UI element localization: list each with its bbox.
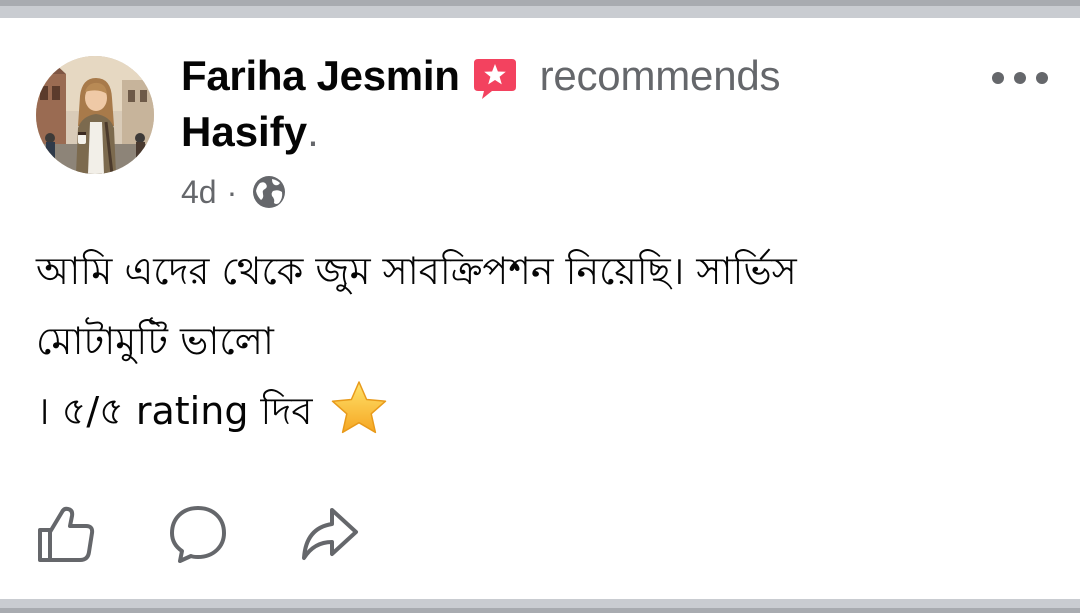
more-options-icon[interactable] — [988, 60, 1052, 96]
like-icon — [38, 506, 95, 562]
recommends-label: recommends — [539, 52, 781, 99]
post-timestamp[interactable]: 4d — [181, 174, 217, 211]
feed-divider-bottom — [0, 599, 1080, 613]
star-emoji-icon — [329, 378, 389, 438]
comment-button[interactable] — [166, 502, 230, 566]
share-icon — [302, 508, 358, 560]
post-text-line: । ৫/৫ rating দিব — [36, 376, 1046, 446]
post-text: আমি এদের থেকে জুম সাবক্রিপশন নিয়েছি। সা… — [36, 236, 1046, 446]
post-text-rating: । ৫/৫ rating দিব — [36, 389, 313, 433]
like-button[interactable] — [34, 502, 98, 566]
author-name[interactable]: Fariha Jesmin — [181, 52, 460, 100]
post-card: Fariha Jesmin recommends Hasify . 4d · আ… — [0, 0, 1080, 613]
recommended-page-line: Hasify . — [181, 106, 319, 158]
feed-divider-top — [0, 0, 1080, 18]
recommend-star-badge-icon — [472, 55, 518, 101]
globe-icon[interactable] — [251, 174, 287, 210]
avatar-photo — [36, 56, 154, 174]
post-text-line: আমি এদের থেকে জুম সাবক্রিপশন নিয়েছি। সা… — [36, 249, 797, 293]
page-name-period: . — [307, 108, 319, 155]
recommended-page-name[interactable]: Hasify — [181, 108, 307, 156]
avatar[interactable] — [36, 56, 154, 174]
share-button[interactable] — [298, 502, 362, 566]
post-text-line: মোটামুটি ভালো — [36, 319, 274, 363]
meta-separator: · — [226, 173, 238, 210]
comment-icon — [170, 506, 226, 563]
post-header: Fariha Jesmin recommends — [181, 48, 781, 104]
post-meta: 4d · — [181, 172, 287, 212]
